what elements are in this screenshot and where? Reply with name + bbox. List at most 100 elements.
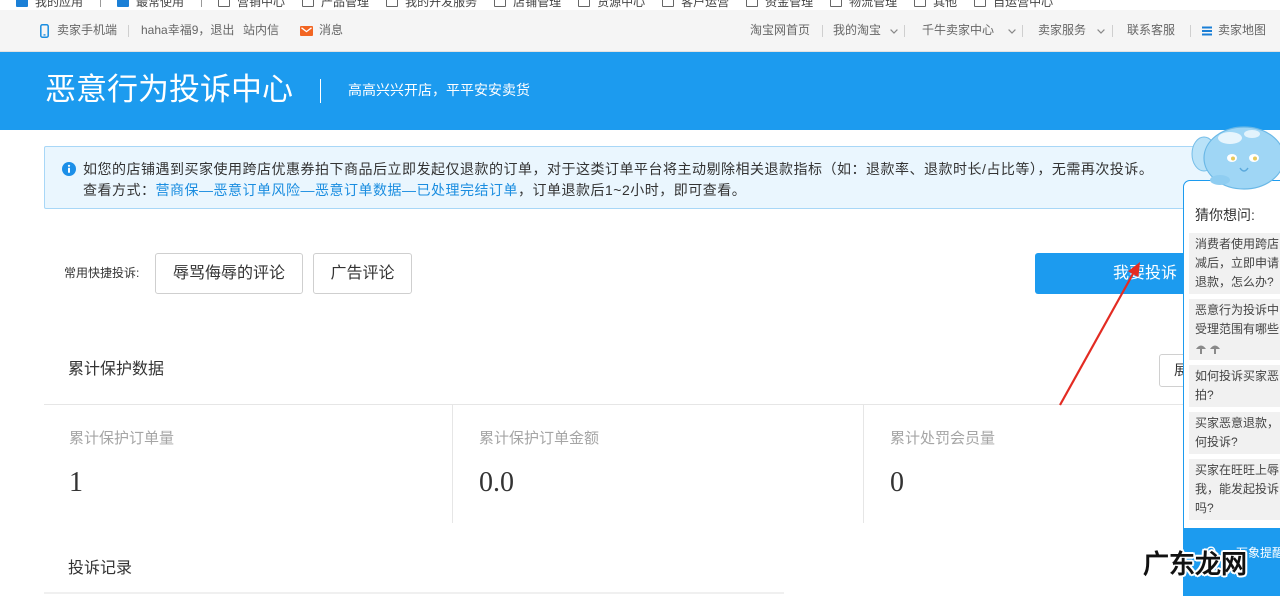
my-taobao-menu[interactable]: 我的淘宝: [833, 10, 881, 51]
folder-icon: [830, 0, 843, 7]
suggested-question[interactable]: 如何投诉买家恶 拍?: [1189, 365, 1280, 407]
inbox-link[interactable]: 站内信: [243, 10, 279, 51]
divider: [201, 0, 203, 7]
seller-services-menu[interactable]: 卖家服务: [1038, 10, 1086, 51]
suggested-question[interactable]: 买家恶意退款， 何投诉?: [1189, 412, 1280, 454]
top-nav-item[interactable]: 客户运营: [662, 0, 729, 10]
top-nav-label: 我的开发服务: [405, 0, 478, 9]
ad-review-button[interactable]: 广告评论: [313, 253, 412, 294]
contact-service-link[interactable]: 联系客服: [1127, 10, 1175, 51]
folder-icon: [578, 0, 591, 7]
stat-protected-orders: 累计保护订单量 1: [44, 405, 453, 523]
seller-map-link[interactable]: 卖家地图: [1218, 10, 1266, 51]
top-nav-item[interactable]: 其他: [914, 0, 957, 10]
folder-icon: [386, 0, 399, 7]
taobao-home-link[interactable]: 淘宝网首页: [750, 10, 810, 51]
folder-icon: [914, 0, 927, 7]
question-line: 我，能发起投诉: [1195, 482, 1280, 496]
top-app-nav-items: 我的应用 最常使用 营销中心 产品管理 我的开发服务 店铺管理 货源中心 客户运…: [16, 0, 1070, 10]
menu-icon: [1202, 26, 1212, 36]
page-banner: 恶意行为投诉中心 高高兴兴开店，平平安安卖货: [0, 52, 1280, 130]
divider: [320, 79, 321, 103]
page-title: 恶意行为投诉中心: [45, 72, 293, 107]
divider: [1190, 25, 1191, 37]
top-nav-label: 店铺管理: [513, 0, 562, 9]
watermark: 广东龙网: [1143, 550, 1248, 580]
page: 我的应用 最常使用 营销中心 产品管理 我的开发服务 店铺管理 货源中心 客户运…: [0, 0, 1280, 596]
mushroom-emoji-icon: [1196, 345, 1206, 354]
top-nav-item[interactable]: 物流管理: [830, 0, 897, 10]
top-nav-item[interactable]: 货源中心: [578, 0, 645, 10]
top-nav-label: 最常使用: [136, 0, 185, 9]
stat-value: 0.0: [479, 467, 514, 498]
elephant-mascot-icon[interactable]: [1190, 118, 1280, 192]
top-nav-label: 我的应用: [35, 0, 84, 9]
notice-view-link[interactable]: 营商保—恶意订单风险—恶意订单数据—已处理完结订单: [156, 182, 519, 198]
protection-data-title: 累计保护数据: [68, 361, 165, 378]
top-app-nav: 我的应用 最常使用 营销中心 产品管理 我的开发服务 店铺管理 货源中心 客户运…: [0, 0, 1280, 10]
question-line: 退款，怎么办?: [1195, 275, 1274, 289]
stat-protected-amount: 累计保护订单金额 0.0: [453, 405, 864, 523]
top-nav-label: 客户运营: [681, 0, 730, 9]
app-icon: [16, 0, 28, 7]
question-line: 拍?: [1195, 388, 1214, 402]
divider: [44, 592, 784, 594]
seller-mobile-link[interactable]: 卖家手机端: [57, 10, 117, 51]
stat-value: 1: [69, 467, 83, 498]
site-bar: 卖家手机端 haha幸福9，退出 站内信 消息 淘宝网首页 我的淘宝 千牛卖家中…: [0, 10, 1280, 52]
mushroom-emoji-icon: [1210, 345, 1220, 354]
qianniu-seller-center-menu[interactable]: 千牛卖家中心: [922, 10, 994, 51]
top-nav-item-frequent[interactable]: 最常使用: [117, 0, 184, 10]
info-notice: 如您的店铺遇到买家使用跨店优惠券拍下商品后立即发起仅退款的订单，对于这类订单平台…: [44, 146, 1236, 209]
chevron-down-icon: [1008, 29, 1016, 34]
folder-icon: [746, 0, 759, 7]
divider: [1022, 25, 1023, 37]
top-nav-item[interactable]: 产品管理: [302, 0, 369, 10]
divider: [822, 25, 823, 37]
stat-label: 累计保护订单量: [69, 431, 175, 447]
top-nav-item[interactable]: 店铺管理: [494, 0, 561, 10]
notice-view-suffix: ，订单退款后1~2小时，即可查看。: [518, 182, 747, 198]
top-nav-label: 货源中心: [597, 0, 646, 9]
divider: [100, 0, 102, 7]
envelope-icon: [300, 26, 313, 36]
top-nav-label: 产品管理: [321, 0, 370, 9]
question-emoji-row: [1195, 339, 1280, 358]
divider: [1112, 25, 1113, 37]
insulting-review-button[interactable]: 辱骂侮辱的评论: [155, 253, 303, 294]
messages-link[interactable]: 消息: [319, 10, 343, 51]
stat-label: 累计处罚会员量: [890, 431, 996, 447]
divider: [128, 25, 129, 37]
app-icon: [117, 0, 130, 7]
chevron-down-icon: [890, 29, 898, 34]
suggested-question[interactable]: 恶意行为投诉中 受理范围有哪些: [1189, 299, 1280, 360]
top-nav-item[interactable]: 营销中心: [218, 0, 285, 10]
folder-icon: [302, 0, 315, 7]
top-nav-item-my-apps[interactable]: 我的应用: [16, 0, 83, 10]
notice-view-label: 查看方式：: [83, 182, 156, 198]
top-nav-label: 资金管理: [765, 0, 814, 9]
protection-stats: 累计保护订单量 1 累计保护订单金额 0.0 累计处罚会员量 0: [44, 405, 1276, 523]
top-nav-item[interactable]: 我的开发服务: [386, 0, 477, 10]
divider: [904, 25, 905, 37]
stat-label: 累计保护订单金额: [479, 431, 600, 447]
folder-icon: [662, 0, 675, 7]
top-nav-label: 物流管理: [849, 0, 898, 9]
folder-icon: [974, 0, 987, 7]
top-nav-item[interactable]: 自运营中心: [974, 0, 1053, 10]
top-nav-label: 营销中心: [237, 0, 286, 9]
phone-icon: [40, 24, 49, 38]
folder-icon: [218, 0, 231, 7]
top-nav-label: 自运营中心: [993, 0, 1054, 9]
chevron-down-icon: [1097, 29, 1105, 34]
suggested-question[interactable]: 买家在旺旺上辱 我，能发起投诉 吗?: [1189, 459, 1280, 520]
question-line: 吗?: [1195, 501, 1214, 515]
suggested-question[interactable]: 消费者使用跨店 减后，立即申请 退款，怎么办?: [1189, 233, 1280, 294]
question-line: 受理范围有哪些: [1195, 322, 1280, 336]
user-separator: ，: [198, 23, 211, 37]
logout-link[interactable]: 退出: [210, 23, 234, 37]
username[interactable]: haha幸福9: [141, 23, 198, 37]
info-icon: [62, 162, 76, 176]
assistant-panel: 猜你想问: 消费者使用跨店 减后，立即申请 退款，怎么办? 恶意行为投诉中 受理…: [1183, 180, 1280, 596]
top-nav-item[interactable]: 资金管理: [746, 0, 813, 10]
